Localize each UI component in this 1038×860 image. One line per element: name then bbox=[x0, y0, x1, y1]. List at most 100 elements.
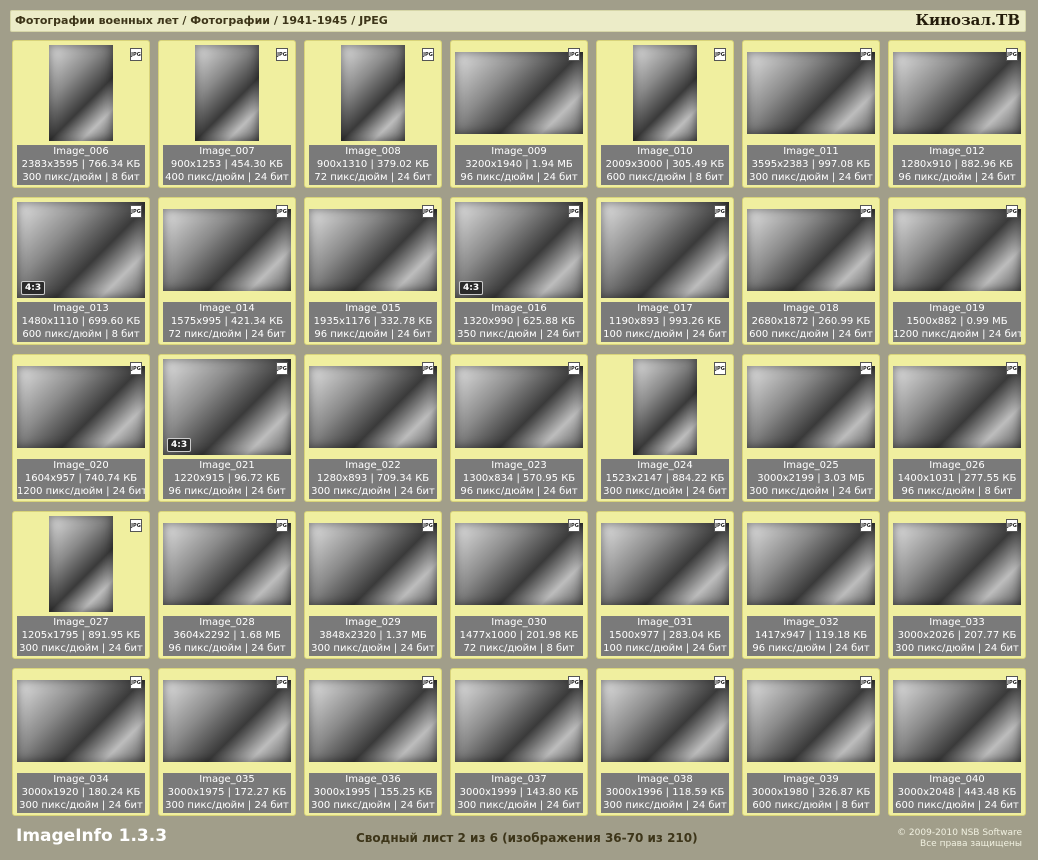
thumbnail-card[interactable]: JPG Image_025 3000x2199 | 3.03 МБ 300 пикс/… bbox=[742, 354, 880, 502]
file-dimensions-size: 1205x1795 | 891.95 КБ bbox=[21, 630, 141, 641]
thumbnail-card[interactable]: JPG Image_009 3200x1940 | 1.94 МБ 96 пикс/д… bbox=[450, 40, 588, 188]
thumbnail-frame: JPG bbox=[747, 359, 875, 455]
file-dimensions-size: 3000x1980 | 326.87 КБ bbox=[751, 787, 871, 798]
thumbnail-image[interactable] bbox=[341, 45, 405, 141]
thumbnail-card[interactable]: JPG Image_019 1500x882 | 0.99 МБ 1200 пикс/… bbox=[888, 197, 1026, 345]
file-resolution-depth: 96 пикс/дюйм | 24 бит bbox=[168, 643, 286, 654]
thumbnail-card[interactable]: JPG Image_027 1205x1795 | 891.95 КБ 300 пик… bbox=[12, 511, 150, 659]
thumbnail-image[interactable] bbox=[601, 523, 729, 605]
thumbnail-card[interactable]: JPG Image_008 900x1310 | 379.02 КБ 72 пикс/… bbox=[304, 40, 442, 188]
file-name: Image_027 bbox=[53, 617, 109, 628]
thumbnail-card[interactable]: JPG Image_032 1417x947 | 119.18 КБ 96 пикс/… bbox=[742, 511, 880, 659]
file-name: Image_009 bbox=[491, 146, 547, 157]
thumbnail-image[interactable] bbox=[893, 680, 1021, 762]
thumbnail-image[interactable] bbox=[747, 366, 875, 448]
thumbnail-image[interactable] bbox=[633, 45, 697, 141]
thumbnail-image[interactable] bbox=[747, 52, 875, 134]
thumbnail-card[interactable]: JPG Image_007 900x1253 | 454.30 КБ 400 пикс… bbox=[158, 40, 296, 188]
thumbnail-image[interactable] bbox=[163, 523, 291, 605]
file-name: Image_032 bbox=[783, 617, 839, 628]
file-dimensions-size: 3595x2383 | 997.08 КБ bbox=[751, 159, 871, 170]
thumbnail-image[interactable] bbox=[893, 209, 1021, 291]
thumbnail-card[interactable]: JPG Image_038 3000x1996 | 118.59 КБ 300 пик… bbox=[596, 668, 734, 816]
thumbnail-card[interactable]: JPG 4:3 Image_016 1320x990 | 625.88 КБ 350 п… bbox=[450, 197, 588, 345]
file-resolution-depth: 400 пикс/дюйм | 24 бит bbox=[165, 172, 289, 183]
jpg-file-icon: JPG bbox=[130, 205, 142, 218]
file-dimensions-size: 1320x990 | 625.88 КБ bbox=[462, 316, 576, 327]
jpg-file-icon: JPG bbox=[422, 519, 434, 532]
thumbnail-card[interactable]: JPG Image_024 1523x2147 | 884.22 КБ 300 пик… bbox=[596, 354, 734, 502]
thumbnail-card[interactable]: JPG Image_020 1604x957 | 740.74 КБ 1200 пик… bbox=[12, 354, 150, 502]
thumbnail-image[interactable] bbox=[49, 45, 113, 141]
file-dimensions-size: 3848x2320 | 1.37 МБ bbox=[319, 630, 427, 641]
jpg-file-icon: JPG bbox=[1006, 519, 1018, 532]
aspect-ratio-badge: 4:3 bbox=[21, 281, 46, 295]
thumbnail-card[interactable]: JPG Image_029 3848x2320 | 1.37 МБ 300 пикс/… bbox=[304, 511, 442, 659]
thumbnail-card[interactable]: JPG Image_036 3000x1995 | 155.25 КБ 300 пик… bbox=[304, 668, 442, 816]
thumbnail-image[interactable] bbox=[747, 209, 875, 291]
thumbnail-image[interactable] bbox=[309, 209, 437, 291]
thumbnail-image[interactable] bbox=[163, 680, 291, 762]
thumbnail-card[interactable]: JPG Image_011 3595x2383 | 997.08 КБ 300 пик… bbox=[742, 40, 880, 188]
thumbnail-image[interactable] bbox=[601, 680, 729, 762]
thumbnail-card[interactable]: JPG Image_028 3604x2292 | 1.68 МБ 96 пикс/д… bbox=[158, 511, 296, 659]
thumbnail-card[interactable]: JPG Image_035 3000x1975 | 172.27 КБ 300 пик… bbox=[158, 668, 296, 816]
jpg-file-icon: JPG bbox=[568, 205, 580, 218]
thumbnail-image[interactable] bbox=[455, 52, 583, 134]
thumbnail-card[interactable]: JPG Image_034 3000x1920 | 180.24 КБ 300 пик… bbox=[12, 668, 150, 816]
thumbnail-info: Image_026 1400x1031 | 277.55 КБ 96 пикс/дю… bbox=[893, 459, 1021, 499]
thumbnail-image[interactable] bbox=[893, 523, 1021, 605]
thumbnail-image[interactable] bbox=[309, 366, 437, 448]
jpg-file-icon: JPG bbox=[568, 676, 580, 689]
thumbnail-image[interactable] bbox=[747, 680, 875, 762]
thumbnail-card[interactable]: JPG 4:3 Image_013 1480x1110 | 699.60 КБ 600 … bbox=[12, 197, 150, 345]
file-resolution-depth: 96 пикс/дюйм | 24 бит bbox=[314, 329, 432, 340]
thumbnail-image[interactable] bbox=[49, 516, 113, 612]
thumbnail-image[interactable] bbox=[17, 366, 145, 448]
thumbnail-card[interactable]: JPG Image_015 1935x1176 | 332.78 КБ 96 пикс… bbox=[304, 197, 442, 345]
thumbnail-card[interactable]: JPG Image_017 1190x893 | 993.26 КБ 100 пикс… bbox=[596, 197, 734, 345]
jpg-file-icon: JPG bbox=[276, 48, 288, 61]
thumbnail-image[interactable] bbox=[163, 209, 291, 291]
thumbnail-image[interactable] bbox=[893, 366, 1021, 448]
thumbnail-image[interactable] bbox=[893, 52, 1021, 134]
thumbnail-image[interactable] bbox=[633, 359, 697, 455]
file-name: Image_040 bbox=[929, 774, 985, 785]
thumbnail-card[interactable]: JPG Image_030 1477x1000 | 201.98 КБ 72 пикс… bbox=[450, 511, 588, 659]
thumbnail-card[interactable]: JPG Image_023 1300x834 | 570.95 КБ 96 пикс/… bbox=[450, 354, 588, 502]
thumbnail-image[interactable] bbox=[309, 680, 437, 762]
thumbnail-image[interactable] bbox=[17, 680, 145, 762]
thumbnail-card[interactable]: JPG Image_039 3000x1980 | 326.87 КБ 600 пик… bbox=[742, 668, 880, 816]
thumbnail-card[interactable]: JPG Image_018 2680x1872 | 260.99 КБ 600 пик… bbox=[742, 197, 880, 345]
thumbnail-image[interactable] bbox=[455, 366, 583, 448]
thumbnail-card[interactable]: JPG Image_022 1280x893 | 709.34 КБ 300 пикс… bbox=[304, 354, 442, 502]
thumbnail-image[interactable] bbox=[455, 523, 583, 605]
thumbnail-card[interactable]: JPG Image_006 2383x3595 | 766.34 КБ 300 пик… bbox=[12, 40, 150, 188]
thumbnail-card[interactable]: JPG 4:3 Image_021 1220x915 | 96.72 КБ 96 пик… bbox=[158, 354, 296, 502]
thumbnail-frame: JPG bbox=[893, 202, 1021, 298]
thumbnail-image[interactable] bbox=[309, 523, 437, 605]
thumbnail-image[interactable] bbox=[601, 202, 729, 298]
jpg-file-icon: JPG bbox=[1006, 676, 1018, 689]
file-resolution-depth: 600 пикс/дюйм | 24 бит bbox=[895, 800, 1019, 811]
thumbnail-image[interactable] bbox=[455, 680, 583, 762]
breadcrumb[interactable]: Фотографии военных лет / Фотографии / 19… bbox=[15, 14, 388, 27]
thumbnail-image[interactable] bbox=[195, 45, 259, 141]
thumbnail-card[interactable]: JPG Image_031 1500x977 | 283.04 КБ 100 пикс… bbox=[596, 511, 734, 659]
thumbnail-card[interactable]: JPG Image_040 3000x2048 | 443.48 КБ 600 пик… bbox=[888, 668, 1026, 816]
thumbnail-info: Image_025 3000x2199 | 3.03 МБ 300 пикс/дюй… bbox=[747, 459, 875, 499]
thumbnail-image[interactable] bbox=[747, 523, 875, 605]
file-dimensions-size: 900x1310 | 379.02 КБ bbox=[316, 159, 430, 170]
thumbnail-info: Image_037 3000x1999 | 143.80 КБ 300 пикс/д… bbox=[455, 773, 583, 813]
thumbnail-card[interactable]: JPG Image_010 2009x3000 | 305.49 КБ 600 пик… bbox=[596, 40, 734, 188]
thumbnail-card[interactable]: JPG Image_033 3000x2026 | 207.77 КБ 300 пик… bbox=[888, 511, 1026, 659]
jpg-file-icon: JPG bbox=[860, 205, 872, 218]
thumbnail-card[interactable]: JPG Image_026 1400x1031 | 277.55 КБ 96 пикс… bbox=[888, 354, 1026, 502]
file-resolution-depth: 300 пикс/дюйм | 24 бит bbox=[603, 486, 727, 497]
thumbnail-card[interactable]: JPG Image_012 1280x910 | 882.96 КБ 96 пикс/… bbox=[888, 40, 1026, 188]
file-dimensions-size: 3000x2048 | 443.48 КБ bbox=[897, 787, 1017, 798]
jpg-file-icon: JPG bbox=[714, 519, 726, 532]
thumbnail-card[interactable]: JPG Image_037 3000x1999 | 143.80 КБ 300 пик… bbox=[450, 668, 588, 816]
thumbnail-card[interactable]: JPG Image_014 1575x995 | 421.34 КБ 72 пикс/… bbox=[158, 197, 296, 345]
thumbnail-frame: JPG bbox=[455, 516, 583, 612]
